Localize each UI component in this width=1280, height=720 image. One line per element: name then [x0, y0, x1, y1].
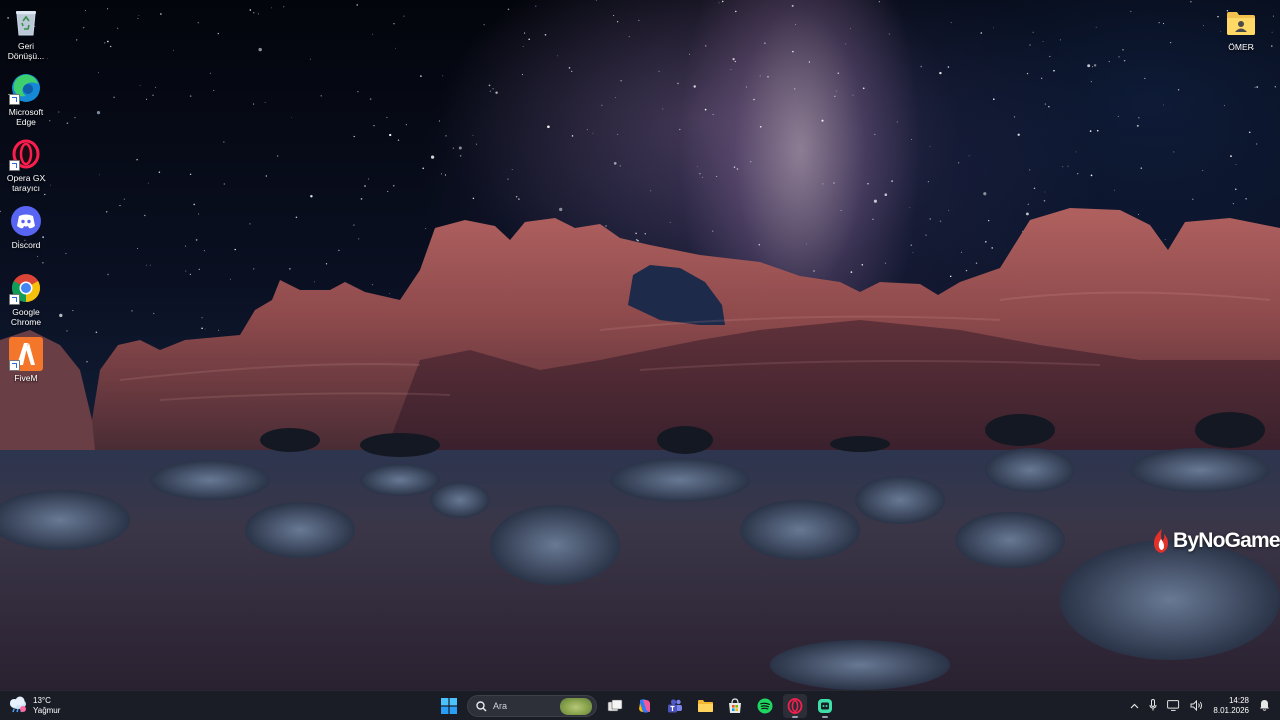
desktop-icon-label: Discord — [11, 240, 41, 250]
spotify-icon — [757, 698, 773, 714]
weather-condition: Yağmur — [33, 706, 61, 715]
teams-icon — [668, 699, 682, 713]
chrome-icon — [9, 271, 43, 305]
chevron-up-icon[interactable] — [1130, 702, 1139, 711]
recycle-bin-icon — [9, 5, 43, 39]
desktop-icon-opera-gx[interactable]: Opera GX tarayıcı — [0, 137, 53, 193]
notification-bell-icon[interactable] — [1259, 699, 1270, 713]
windows-start-icon — [441, 698, 457, 714]
discord-icon — [9, 204, 43, 238]
start-button[interactable] — [437, 694, 461, 718]
opera-gx-taskbar-button[interactable] — [783, 694, 807, 718]
opera-gx-icon — [787, 698, 803, 714]
desktop-icon-discord[interactable]: Discord — [0, 204, 53, 250]
desktop: Geri Dönüşü... Microsoft Edge Opera GX t… — [0, 0, 1280, 720]
app-icon — [818, 699, 832, 713]
desktop-icon-label: Microsoft Edge — [8, 107, 44, 127]
spotify-button[interactable] — [753, 694, 777, 718]
user-folder-icon — [1224, 6, 1258, 40]
search-placeholder: Ara — [493, 701, 508, 711]
taskbar-center: Ara — [437, 693, 837, 719]
shortcut-arrow-icon — [9, 160, 20, 171]
search-highlight-image — [560, 698, 592, 715]
desktop-icon-fivem[interactable]: FiveM — [0, 337, 53, 383]
file-explorer-button[interactable] — [693, 694, 717, 718]
desktop-icon-label: Google Chrome — [10, 307, 42, 327]
rain-cloud-icon — [8, 696, 28, 717]
opera-gx-icon — [9, 137, 43, 171]
clock-time: 14:28 — [1228, 696, 1249, 705]
microphone-icon[interactable] — [1149, 699, 1157, 713]
desktop-icon-label: FiveM — [14, 373, 38, 383]
copilot-button[interactable] — [633, 694, 657, 718]
search-icon — [476, 700, 487, 712]
desktop-icon-recycle-bin[interactable]: Geri Dönüşü... — [0, 5, 53, 61]
weather-widget[interactable]: 13°C Yağmur — [8, 693, 60, 719]
network-icon[interactable] — [1167, 699, 1180, 713]
shortcut-arrow-icon — [9, 360, 20, 371]
desktop-icon-google-chrome[interactable]: Google Chrome — [0, 271, 53, 327]
desktop-icon-label: Geri Dönüşü... — [7, 41, 45, 61]
flame-logo-icon — [1154, 529, 1168, 553]
desktop-icon-label: Opera GX tarayıcı — [6, 173, 46, 193]
desktop-icon-microsoft-edge[interactable]: Microsoft Edge — [0, 71, 53, 127]
store-icon — [729, 698, 741, 713]
teams-button[interactable] — [663, 694, 687, 718]
microsoft-store-button[interactable] — [723, 694, 747, 718]
volume-icon[interactable] — [1190, 699, 1203, 713]
copilot-icon — [639, 699, 650, 713]
app-taskbar-button[interactable] — [813, 694, 837, 718]
desktop-icon-label: ÖMER — [1228, 42, 1254, 52]
taskbar-search[interactable]: Ara — [467, 695, 597, 717]
weather-temperature: 13°C — [33, 696, 51, 705]
shortcut-arrow-icon — [9, 94, 20, 105]
taskbar: 13°C Yağmur Ara 14:28 8.01.2026 — [0, 690, 1280, 720]
fivem-icon — [9, 337, 43, 371]
clock[interactable]: 14:28 8.01.2026 — [1213, 696, 1249, 716]
edge-icon — [9, 71, 43, 105]
desktop-icon-user-folder[interactable]: ÖMER — [1214, 6, 1268, 52]
shortcut-arrow-icon — [9, 294, 20, 305]
clock-date: 8.01.2026 — [1213, 706, 1249, 715]
watermark-text: ByNoGame — [1173, 529, 1280, 552]
watermark-logo: ByNoGame — [1150, 528, 1280, 554]
system-tray: 14:28 8.01.2026 — [1130, 693, 1270, 719]
task-view-button[interactable] — [603, 694, 627, 718]
task-view-icon — [607, 699, 623, 712]
wallpaper-landscape — [0, 208, 1280, 690]
folder-icon — [697, 700, 713, 712]
